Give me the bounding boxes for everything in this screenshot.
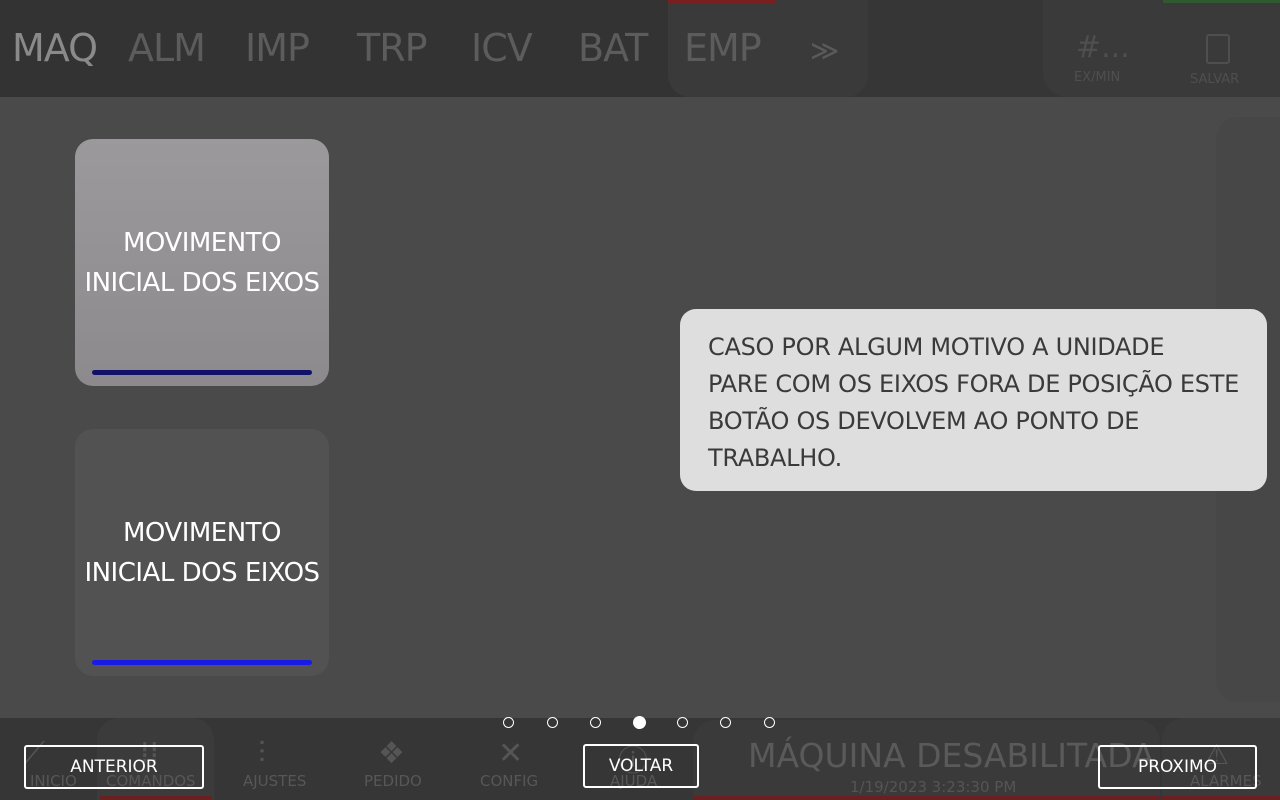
pager-dot[interactable]	[590, 717, 601, 728]
tab-maq[interactable]: MAQ	[12, 26, 98, 70]
nav-config[interactable]: CONFIG	[480, 772, 538, 790]
tab-icv[interactable]: ICV	[471, 26, 533, 70]
tab-emp[interactable]: EMP	[684, 26, 762, 70]
tab-alm[interactable]: ALM	[128, 26, 206, 70]
button-label: MOVIMENTO INICIAL DOS EIXOS	[84, 517, 320, 588]
tab-strip: MAQ ALM IMP TRP ICV BAT	[0, 0, 778, 97]
machine-status-title: MÁQUINA DESABILITADA	[748, 736, 1155, 775]
pager-dot[interactable]	[764, 717, 775, 728]
next-button[interactable]: PROXIMO	[1098, 745, 1257, 789]
tab-bat[interactable]: BAT	[578, 26, 648, 70]
button-underline	[92, 370, 312, 375]
counter-label: EX/MIN	[1074, 70, 1121, 85]
save-label[interactable]: SALVAR	[1190, 72, 1239, 87]
boxes-icon[interactable]: ❖	[378, 736, 405, 771]
previous-button[interactable]: ANTERIOR	[24, 745, 204, 789]
pager-dot[interactable]	[503, 717, 514, 728]
nav-ajustes[interactable]: AJUSTES	[243, 772, 306, 790]
chevron-double-right-icon[interactable]: ≫	[810, 34, 839, 67]
counter-value: #...	[1076, 30, 1130, 65]
status-timestamp: 1/19/2023 3:23:30 PM	[850, 778, 1017, 796]
tab-imp[interactable]: IMP	[245, 26, 310, 70]
pager-dot[interactable]	[677, 717, 688, 728]
status-indicator-green	[1163, 0, 1280, 3]
back-button[interactable]: VOLTAR	[583, 744, 699, 788]
nav-active-indicator	[100, 796, 212, 800]
pager-dot[interactable]	[547, 717, 558, 728]
tools-icon[interactable]: ✕	[498, 736, 523, 771]
help-tooltip: CASO POR ALGUM MOTIVO A UNIDADE PARE COM…	[680, 309, 1267, 491]
button-underline	[92, 660, 312, 665]
pager-dot-current[interactable]	[633, 716, 646, 729]
alarm-indicator-red	[1162, 796, 1280, 800]
tooltip-text: CASO POR ALGUM MOTIVO A UNIDADE PARE COM…	[708, 333, 1239, 472]
initial-axes-move-button-pressed[interactable]: MOVIMENTO INICIAL DOS EIXOS	[75, 139, 329, 386]
initial-axes-move-button[interactable]: MOVIMENTO INICIAL DOS EIXOS	[75, 429, 329, 676]
tab-trp[interactable]: TRP	[357, 26, 428, 70]
pager-dot[interactable]	[720, 717, 731, 728]
active-tab-indicator	[668, 0, 776, 3]
sliders-icon[interactable]: ⫶	[258, 736, 266, 771]
button-label: MOVIMENTO INICIAL DOS EIXOS	[84, 227, 320, 298]
nav-pedido[interactable]: PEDIDO	[364, 772, 422, 790]
sd-card-icon[interactable]	[1206, 34, 1230, 64]
status-indicator-red	[693, 796, 1160, 800]
